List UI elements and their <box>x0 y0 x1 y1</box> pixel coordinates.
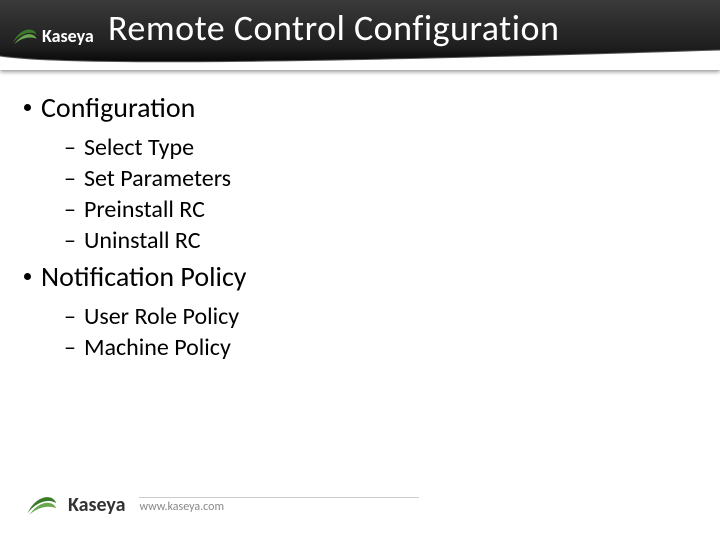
dash-icon: – <box>64 133 76 162</box>
subbullet-label: Machine Policy <box>84 333 231 362</box>
dash-icon: – <box>64 333 76 362</box>
dash-icon: – <box>64 164 76 193</box>
subbullet-label: Preinstall RC <box>84 195 205 224</box>
footer-brand-text: Kaseya <box>68 493 125 517</box>
footer: Kaseya www.kaseya.com <box>24 488 419 522</box>
slide: Kaseya Remote Control Configuration Conf… <box>0 0 720 540</box>
subbullet-label: Select Type <box>84 133 194 162</box>
header-brand-text: Kaseya <box>42 25 94 47</box>
kaseya-swoosh-icon <box>24 488 58 522</box>
subbullet: –Select Type <box>64 133 696 162</box>
subbullet-label: User Role Policy <box>84 302 239 331</box>
subbullet-label: Uninstall RC <box>84 226 201 255</box>
dash-icon: – <box>64 195 76 224</box>
slide-body: Configuration –Select Type –Set Paramete… <box>24 86 696 364</box>
subbullet: –Uninstall RC <box>64 226 696 255</box>
subbullet-label: Set Parameters <box>84 164 231 193</box>
subbullet: –Machine Policy <box>64 333 696 362</box>
subbullet: –User Role Policy <box>64 302 696 331</box>
bullet-label: Configuration <box>41 90 195 125</box>
bullet-notification-policy: Notification Policy <box>24 259 696 294</box>
bullet-label: Notification Policy <box>41 259 246 294</box>
slide-title: Remote Control Configuration <box>108 6 559 50</box>
dash-icon: – <box>64 302 76 331</box>
subbullet: –Set Parameters <box>64 164 696 193</box>
bullet-dot-icon <box>24 273 31 280</box>
subbullet: –Preinstall RC <box>64 195 696 224</box>
bullet-configuration: Configuration <box>24 90 696 125</box>
footer-url: www.kaseya.com <box>139 497 419 514</box>
dash-icon: – <box>64 226 76 255</box>
bullet-dot-icon <box>24 104 31 111</box>
